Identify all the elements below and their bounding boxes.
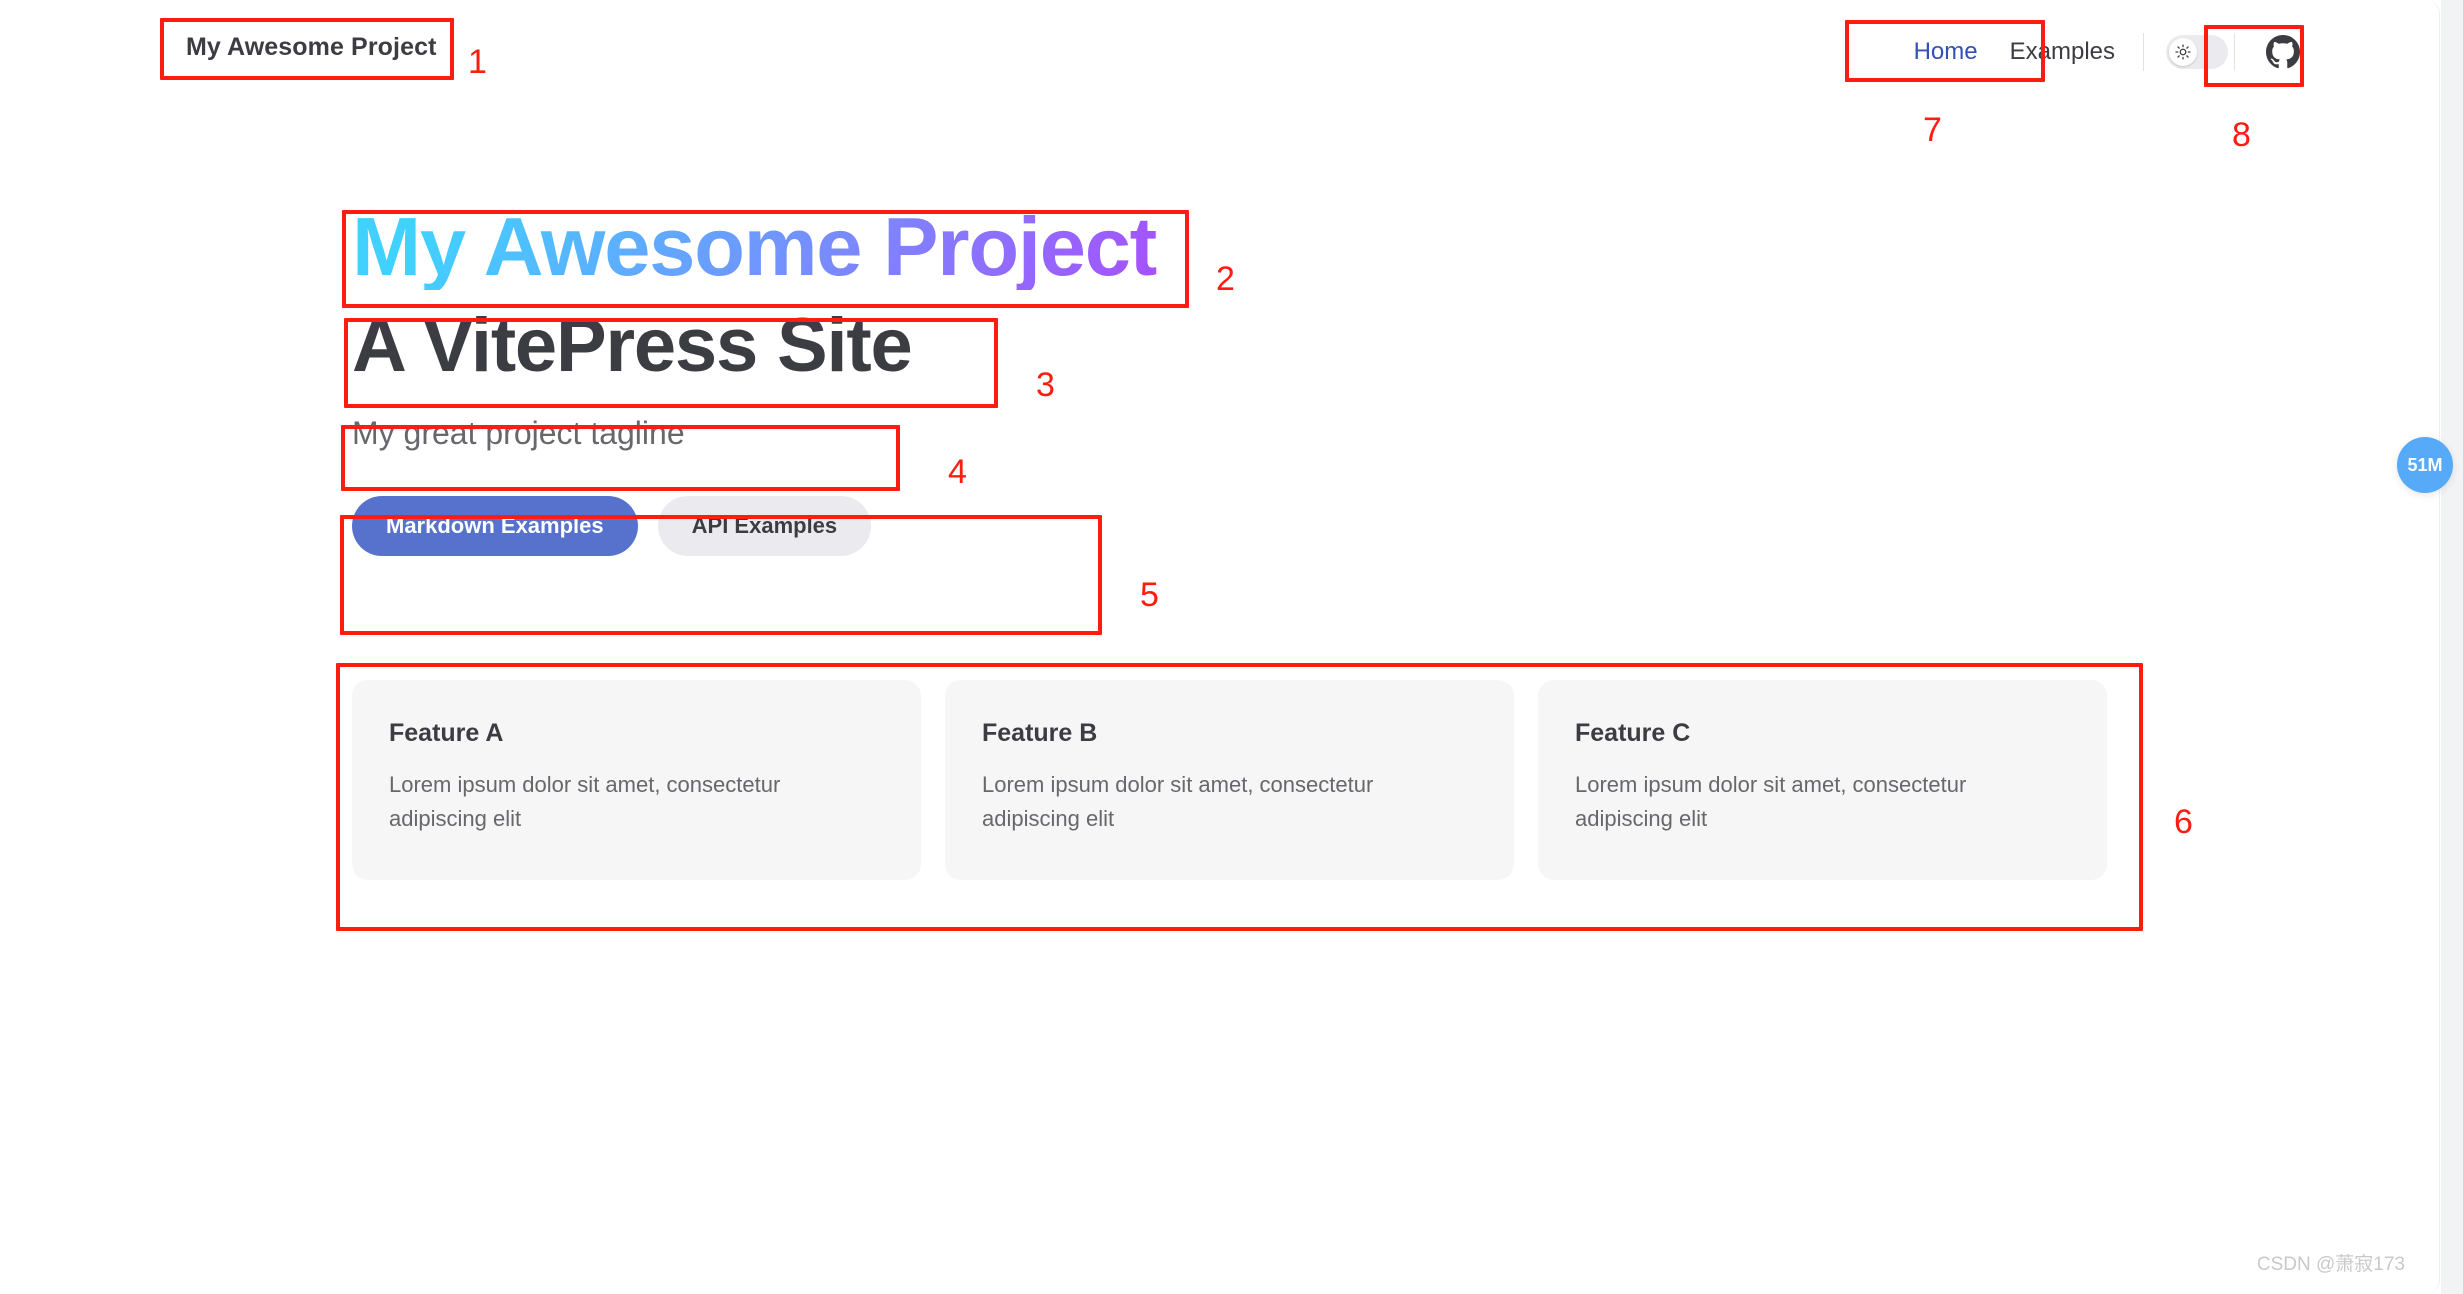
feature-title: Feature B <box>982 719 1098 747</box>
navbar: My Awesome Project Home Examples <box>0 0 2439 102</box>
nav-divider-1 <box>2143 33 2144 71</box>
feature-card: Feature B Lorem ipsum dolor sit amet, co… <box>945 680 1514 880</box>
hero-text: A VitePress Site <box>352 302 913 388</box>
feature-title: Feature C <box>1575 719 1691 747</box>
feature-details: Lorem ipsum dolor sit amet, consectetur … <box>982 772 1374 832</box>
api-examples-button[interactable]: API Examples <box>657 496 872 557</box>
right-gutter <box>2441 0 2463 1294</box>
theme-toggle-switch[interactable] <box>2166 35 2228 69</box>
nav-link-examples[interactable]: Examples <box>2010 38 2115 66</box>
sun-icon <box>2175 44 2191 60</box>
nav-divider-2 <box>2234 33 2235 71</box>
theme-toggle-knob <box>2169 38 2197 66</box>
page-panel: My Awesome Project Home Examples My Awes… <box>0 0 2440 1294</box>
feature-card: Feature C Lorem ipsum dolor sit amet, co… <box>1538 680 2107 880</box>
github-icon <box>2266 35 2300 69</box>
features-grid: Feature A Lorem ipsum dolor sit amet, co… <box>352 680 2107 880</box>
watermark: CSDN @萧寂173 <box>2256 1254 2405 1275</box>
feature-details: Lorem ipsum dolor sit amet, consectetur … <box>1575 772 1967 832</box>
nav-right-group: Home Examples <box>1914 26 2305 78</box>
nav-site-title[interactable]: My Awesome Project <box>186 33 437 62</box>
feature-title: Feature A <box>389 719 504 747</box>
feature-card: Feature A Lorem ipsum dolor sit amet, co… <box>352 680 921 880</box>
hero-actions: Markdown Examples API Examples <box>352 496 2152 557</box>
nav-link-home[interactable]: Home <box>1914 38 1978 66</box>
hero-tagline: My great project tagline <box>352 415 685 452</box>
github-link[interactable] <box>2261 30 2305 74</box>
hero-section: My Awesome Project A VitePress Site My g… <box>352 204 2152 557</box>
hero-name: My Awesome Project <box>352 204 2152 290</box>
markdown-examples-button[interactable]: Markdown Examples <box>352 496 638 557</box>
feature-details: Lorem ipsum dolor sit amet, consectetur … <box>389 772 781 832</box>
floating-count-badge[interactable]: 51M <box>2397 437 2453 493</box>
